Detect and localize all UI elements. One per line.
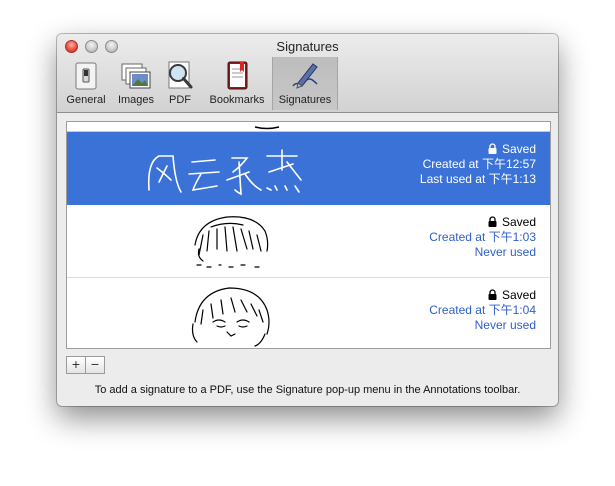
list-item[interactable]: Saved Created at 下午12:57 Last used at 下午… — [67, 132, 550, 205]
images-icon — [121, 63, 151, 89]
signature-image — [147, 149, 302, 196]
general-switch-icon — [75, 62, 97, 90]
saved-label: Saved — [501, 215, 536, 229]
window-title: Signatures — [276, 39, 339, 54]
pdf-magnifier-icon — [168, 61, 193, 89]
bookmarks-icon — [227, 61, 248, 90]
saved-label: Saved — [501, 288, 536, 302]
tab-bookmarks[interactable]: Bookmarks — [205, 57, 269, 110]
lock-icon — [488, 289, 497, 300]
list-item-partial — [67, 122, 550, 132]
tab-images[interactable]: Images — [113, 57, 159, 110]
tab-pdf[interactable]: PDF — [160, 57, 200, 110]
add-signature-button[interactable]: + — [66, 356, 86, 374]
created-at: Created at 下午1:03 — [429, 230, 536, 244]
footer-hint: To add a signature to a PDF, use the Sig… — [94, 384, 521, 396]
signature-status: Saved Created at 下午1:03 Never used — [429, 215, 536, 260]
tab-signatures[interactable]: Signatures — [272, 57, 338, 110]
tab-signatures-label: Signatures — [278, 94, 332, 106]
tab-pdf-label: PDF — [169, 94, 191, 106]
signature-list[interactable]: Saved Created at 下午12:57 Last used at 下午… — [66, 121, 551, 349]
last-used: Never used — [474, 245, 536, 259]
remove-signature-button[interactable]: − — [85, 356, 105, 374]
saved-label: Saved — [501, 142, 536, 156]
tab-images-label: Images — [117, 94, 155, 106]
tab-general[interactable]: General — [63, 57, 109, 110]
lock-icon — [488, 143, 497, 154]
created-at: Created at 下午1:04 — [429, 303, 536, 317]
lock-icon — [488, 216, 497, 227]
signature-status: Saved Created at 下午1:04 Never used — [429, 288, 536, 333]
created-at: Created at 下午12:57 — [422, 157, 536, 171]
signature-fragment — [254, 126, 280, 130]
last-used: Never used — [474, 318, 536, 332]
list-item[interactable]: Saved Created at 下午1:03 Never used — [67, 205, 550, 278]
titlebar: Signatures General Images PDF Bookmarks … — [57, 34, 558, 113]
preferences-window: Signatures General Images PDF Bookmarks … — [57, 34, 558, 406]
signature-image — [191, 287, 270, 347]
signature-status: Saved Created at 下午12:57 Last used at 下午… — [420, 142, 536, 187]
tab-bookmarks-label: Bookmarks — [209, 94, 265, 106]
list-item[interactable]: Saved Created at 下午1:04 Never used — [67, 278, 550, 348]
tab-general-label: General — [66, 94, 106, 106]
signature-image — [194, 216, 269, 268]
signatures-pen-icon — [292, 63, 318, 89]
last-used: Last used at 下午1:13 — [419, 172, 536, 186]
